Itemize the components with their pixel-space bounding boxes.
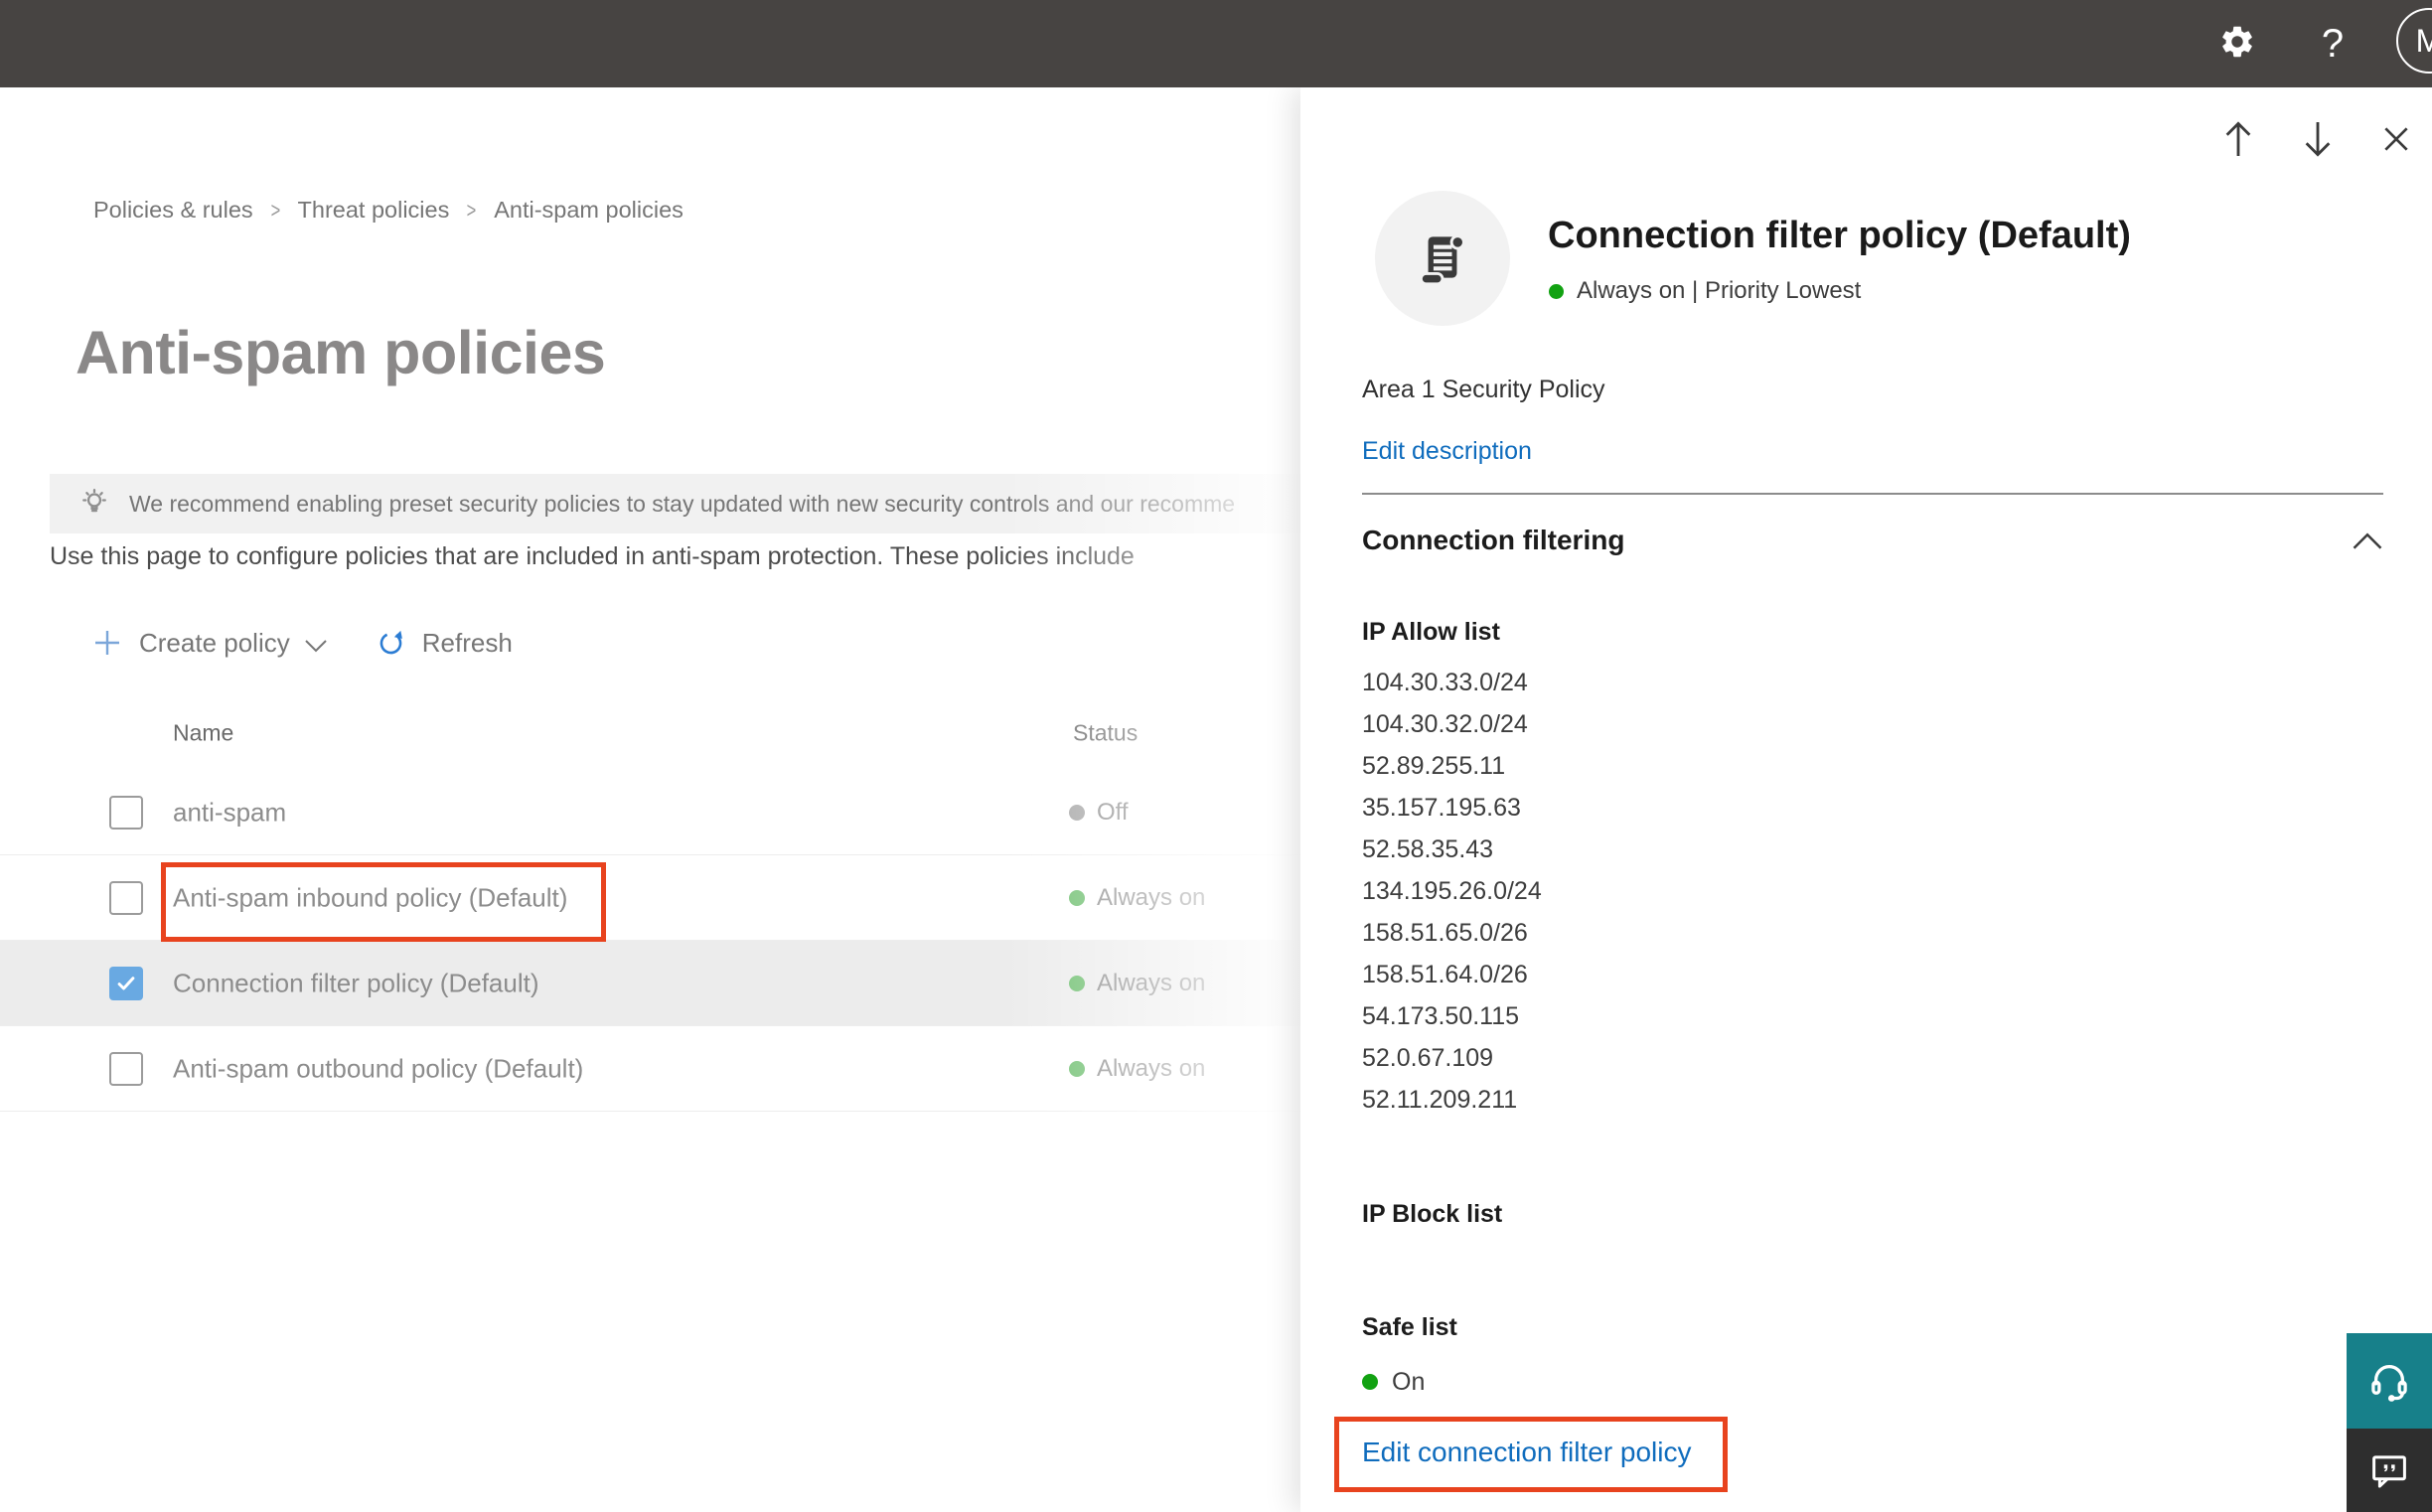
table-row-anti-spam-inbound[interactable]: Anti-spam inbound policy (Default) Alway… xyxy=(0,855,1300,941)
row-checkbox[interactable] xyxy=(109,796,143,830)
close-icon xyxy=(2384,127,2408,151)
headset-icon xyxy=(2371,1365,2407,1402)
help-icon: ? xyxy=(2321,21,2345,66)
breadcrumb-policies-and-rules[interactable]: Policies & rules xyxy=(93,197,253,224)
ip-entry: 52.0.67.109 xyxy=(1362,1044,1494,1072)
refresh-icon xyxy=(380,630,402,654)
row-checkbox[interactable] xyxy=(109,1052,143,1086)
previous-item-button[interactable] xyxy=(2211,115,2265,163)
flyout-status-text: Always on | Priority Lowest xyxy=(1577,277,1862,304)
policy-name: Anti-spam inbound policy (Default) xyxy=(173,882,568,913)
flyout-title: Connection filter policy (Default) xyxy=(1548,215,2131,256)
policy-name: anti-spam xyxy=(173,797,287,828)
ip-entry: 35.157.195.63 xyxy=(1362,794,1521,822)
status-text: Always on xyxy=(1097,970,1206,996)
safe-list-label: Safe list xyxy=(1362,1313,1457,1341)
ip-entry: 52.11.209.211 xyxy=(1362,1086,1518,1114)
ip-entry: 158.51.65.0/26 xyxy=(1362,919,1528,947)
page-description: Use this page to configure policies that… xyxy=(50,542,1135,570)
support-button[interactable] xyxy=(2347,1333,2432,1429)
ip-entry: 104.30.33.0/24 xyxy=(1362,669,1528,696)
breadcrumb-threat-policies[interactable]: Threat policies xyxy=(298,197,450,224)
ip-block-list-label: IP Block list xyxy=(1362,1200,1503,1228)
main-content: Policies & rules > Threat policies > Ant… xyxy=(0,87,1300,1512)
ip-allow-list-label: IP Allow list xyxy=(1362,618,1500,646)
table-row-anti-spam[interactable]: anti-spam Off xyxy=(0,770,1300,855)
banner-text: We recommend enabling preset security po… xyxy=(129,490,1236,517)
chevron-down-icon xyxy=(305,639,327,652)
column-header-name[interactable]: Name xyxy=(173,719,233,746)
plus-icon xyxy=(95,631,119,655)
column-header-status[interactable]: Status xyxy=(1073,719,1138,746)
ip-entry: 104.30.32.0/24 xyxy=(1362,710,1528,738)
lightbulb-icon xyxy=(82,488,106,513)
screen: ? M Policies & rules > Threat policies >… xyxy=(0,0,2432,1512)
help-button[interactable]: ? xyxy=(2305,0,2360,87)
policy-name: Anti-spam outbound policy (Default) xyxy=(173,1053,584,1084)
breadcrumb-separator: > xyxy=(466,197,477,223)
page-title: Anti-spam policies xyxy=(76,319,606,386)
status-text: Off xyxy=(1097,799,1129,826)
ip-entry: 158.51.64.0/26 xyxy=(1362,961,1528,988)
table-row-anti-spam-outbound[interactable]: Anti-spam outbound policy (Default) Alwa… xyxy=(0,1026,1300,1112)
breadcrumb-separator: > xyxy=(270,197,280,223)
breadcrumb-anti-spam-policies[interactable]: Anti-spam policies xyxy=(494,197,684,224)
policy-name: Connection filter policy (Default) xyxy=(173,968,539,998)
section-title: Connection filtering xyxy=(1362,525,1625,555)
refresh-button[interactable]: Refresh xyxy=(376,628,513,659)
safe-list-status-text: On xyxy=(1392,1367,1426,1396)
status-text: Always on xyxy=(1097,884,1206,911)
avatar-initial: M xyxy=(2415,22,2432,59)
status-text: Always on xyxy=(1097,1055,1206,1082)
recommendation-banner: We recommend enabling preset security po… xyxy=(50,474,1300,533)
chevron-up-icon xyxy=(2353,532,2382,549)
edit-description-link[interactable]: Edit description xyxy=(1362,437,1532,466)
check-icon xyxy=(117,977,135,990)
arrow-up-icon xyxy=(2225,121,2251,156)
breadcrumb: Policies & rules > Threat policies > Ant… xyxy=(93,197,684,224)
status-dot xyxy=(1069,976,1085,991)
status-dot xyxy=(1069,805,1085,821)
status-dot xyxy=(1069,1061,1085,1077)
policy-description: Area 1 Security Policy xyxy=(1362,376,1605,403)
section-connection-filtering[interactable]: Connection filtering xyxy=(1300,517,2432,568)
account-avatar[interactable]: M xyxy=(2396,8,2432,74)
row-checkbox-checked[interactable] xyxy=(109,967,143,1000)
policy-type-avatar xyxy=(1375,191,1510,326)
toolbar: Create policy Refresh xyxy=(91,618,513,668)
close-button[interactable] xyxy=(2369,115,2423,163)
next-item-button[interactable] xyxy=(2291,115,2345,163)
edit-connection-filter-policy-link[interactable]: Edit connection filter policy xyxy=(1362,1436,1692,1468)
scroll-icon xyxy=(1419,234,1465,286)
row-checkbox[interactable] xyxy=(109,881,143,915)
ip-entry: 52.89.255.11 xyxy=(1362,752,1506,780)
feedback-button[interactable] xyxy=(2347,1429,2432,1512)
settings-button[interactable] xyxy=(2209,0,2265,87)
divider xyxy=(1362,493,2383,495)
table-header: Name Status xyxy=(0,695,1300,770)
ip-entry: 54.173.50.115 xyxy=(1362,1002,1520,1030)
table-row-connection-filter[interactable]: Connection filter policy (Default) Alway… xyxy=(0,941,1300,1026)
arrow-down-icon xyxy=(2305,122,2331,157)
safe-list-status: On xyxy=(1362,1367,1425,1397)
flyout-status: Always on | Priority Lowest xyxy=(1549,274,1861,308)
top-app-bar: ? M xyxy=(0,0,2432,87)
ip-entry: 52.58.35.43 xyxy=(1362,835,1494,863)
ip-entry: 134.195.26.0/24 xyxy=(1362,877,1542,905)
refresh-label: Refresh xyxy=(421,627,513,658)
ip-allow-list: 104.30.33.0/24 104.30.32.0/24 52.89.255.… xyxy=(1362,662,1542,1121)
status-dot xyxy=(1362,1374,1378,1390)
policy-details-flyout: Connection filter policy (Default) Alway… xyxy=(1300,87,2432,1512)
create-policy-label: Create policy xyxy=(139,627,290,658)
feedback-chat-icon xyxy=(2372,1455,2406,1488)
create-policy-button[interactable]: Create policy xyxy=(91,627,328,659)
gear-icon xyxy=(2218,23,2256,66)
status-dot xyxy=(1069,890,1085,906)
status-dot xyxy=(1549,283,1564,299)
